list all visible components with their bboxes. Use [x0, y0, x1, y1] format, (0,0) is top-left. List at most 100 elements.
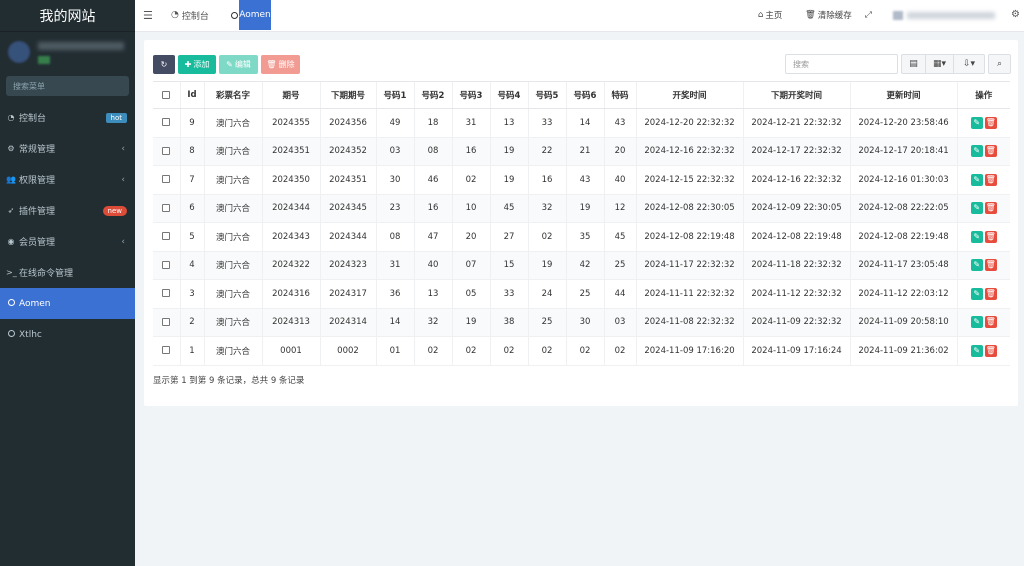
row-edit-button[interactable]: ✎	[970, 173, 983, 186]
row-delete-button[interactable]: 🗑	[984, 202, 997, 215]
row-delete-button[interactable]: 🗑	[984, 116, 997, 129]
sidebar-search-input[interactable]: 搜索菜单	[6, 76, 129, 96]
table-search-input[interactable]: 搜索	[785, 54, 898, 74]
clear-cache-button[interactable]: 🗑 清除缓存	[805, 0, 852, 30]
column-header[interactable]: 号码1	[375, 81, 414, 109]
table-row: 5 澳门六合 2024343 2024344 08 47 20 27 02 35 45 2024-12…	[153, 222, 1010, 252]
row-actions: ✎ 🗑	[956, 194, 1010, 223]
add-button[interactable]: ✚ 添加	[178, 55, 216, 74]
table-cell: 2024343	[261, 222, 320, 252]
column-header[interactable]: 彩票名字	[203, 81, 262, 109]
sidebar-item-5[interactable]: >_ 在线命令管理	[0, 257, 135, 288]
column-header[interactable]: 特码	[603, 81, 636, 109]
table-row: 2 澳门六合 2024313 2024314 14 32 19 38 25 30 03 2024-11…	[153, 308, 1010, 337]
row-edit-button[interactable]: ✎	[970, 344, 983, 357]
table-cell: 02	[451, 165, 490, 195]
delete-button[interactable]: 🗑 删除	[261, 55, 300, 74]
sidebar-item-1[interactable]: ⚙ 常规管理 ‹	[0, 133, 135, 164]
sidebar-item-7[interactable]: Xtlhc	[0, 319, 135, 350]
row-edit-button[interactable]: ✎	[970, 316, 983, 329]
column-header[interactable]: Id	[179, 81, 204, 109]
column-header[interactable]: 号码6	[565, 81, 604, 109]
edit-button[interactable]: ✎ 编辑	[219, 55, 258, 74]
table-cell: 46	[413, 165, 452, 195]
header-username-blurred[interactable]	[907, 12, 995, 19]
columns-dropdown-button[interactable]: ▦▾	[926, 54, 954, 74]
table-row: 9 澳门六合 2024355 2024356 49 18 31 13 33 14 43 2024-12…	[153, 108, 1010, 138]
home-link[interactable]: ⌂ 主页	[758, 0, 782, 30]
row-edit-button[interactable]: ✎	[970, 116, 983, 129]
column-header[interactable]: 号码2	[413, 81, 452, 109]
row-checkbox[interactable]	[162, 260, 171, 269]
table-cell: 27	[489, 222, 528, 252]
row-edit-button[interactable]: ✎	[970, 145, 983, 158]
column-header[interactable]: 号码4	[489, 81, 528, 109]
refresh-button[interactable]: ↻	[153, 55, 175, 74]
row-delete-button[interactable]: 🗑	[984, 344, 997, 357]
row-delete-button[interactable]: 🗑	[984, 230, 997, 243]
row-delete-button[interactable]: 🗑	[984, 259, 997, 272]
row-checkbox[interactable]	[162, 317, 171, 326]
table-cell: 澳门六合	[203, 137, 262, 166]
user-panel	[0, 32, 135, 74]
table-cell: 30	[565, 308, 604, 337]
select-all-checkbox[interactable]	[162, 90, 171, 99]
tab-aomen[interactable]: Aomen	[239, 0, 271, 30]
row-delete-button[interactable]: 🗑	[984, 316, 997, 329]
sidebar-item-2[interactable]: 👥 权限管理 ‹	[0, 164, 135, 195]
search-icon: ⌕	[996, 59, 1003, 69]
table-cell: 3	[179, 279, 204, 309]
row-checkbox[interactable]	[162, 232, 171, 241]
row-delete-button[interactable]: 🗑	[984, 287, 997, 300]
sidebar-item-label: Aomen	[19, 298, 51, 309]
toggle-view-button[interactable]: ▤	[901, 54, 926, 74]
column-header[interactable]: 号码3	[451, 81, 490, 109]
column-header[interactable]: 开奖时间	[635, 81, 743, 109]
row-checkbox[interactable]	[162, 146, 171, 155]
row-actions: ✎ 🗑	[956, 336, 1010, 366]
table-cell: 43	[565, 165, 604, 195]
table-cell: 03	[603, 308, 636, 337]
row-checkbox[interactable]	[162, 346, 171, 355]
pagination-info: 显示第 1 到第 9 条记录，总共 9 条记录	[153, 376, 305, 386]
table-cell: 0002	[319, 336, 376, 366]
tab-dashboard[interactable]: ◔ 控制台	[167, 0, 213, 30]
table-cell: 08	[375, 222, 414, 252]
site-logo[interactable]: 我的网站	[0, 0, 135, 32]
column-header[interactable]: 号码5	[527, 81, 566, 109]
advanced-search-button[interactable]: ⌕	[988, 54, 1011, 74]
row-edit-button[interactable]: ✎	[970, 230, 983, 243]
pencil-icon: ✎	[226, 60, 233, 69]
table-cell: 10	[451, 194, 490, 223]
row-delete-button[interactable]: 🗑	[984, 173, 997, 186]
sidebar-item-6[interactable]: Aomen	[0, 288, 135, 319]
row-delete-button[interactable]: 🗑	[984, 145, 997, 158]
row-checkbox[interactable]	[162, 289, 171, 298]
row-checkbox[interactable]	[162, 203, 171, 212]
table-cell: 2024355	[261, 108, 320, 138]
table-cell: 2024313	[261, 308, 320, 337]
column-header[interactable]: 更新时间	[849, 81, 957, 109]
fullscreen-icon[interactable]: ⤢	[865, 0, 872, 30]
row-edit-button[interactable]: ✎	[970, 259, 983, 272]
row-edit-button[interactable]: ✎	[970, 287, 983, 300]
circle-icon	[231, 11, 238, 19]
column-header[interactable]: 操作	[956, 81, 1010, 109]
row-edit-button[interactable]: ✎	[970, 202, 983, 215]
gear-icon[interactable]: ⚙	[1011, 9, 1020, 20]
column-header[interactable]: 下期期号	[319, 81, 376, 109]
menu-toggle-icon[interactable]: ☰	[143, 9, 153, 22]
export-dropdown-button[interactable]: ⇩▾	[954, 54, 985, 74]
header-avatar-blurred[interactable]	[893, 11, 903, 20]
row-checkbox[interactable]	[162, 175, 171, 184]
sidebar-item-0[interactable]: ◔ 控制台 hot	[0, 102, 135, 133]
sidebar-item-4[interactable]: ◉ 会员管理 ‹	[0, 226, 135, 257]
edit-label: 编辑	[234, 60, 251, 69]
column-header[interactable]: 下期开奖时间	[742, 81, 850, 109]
table-cell: 02	[527, 336, 566, 366]
row-actions: ✎ 🗑	[956, 137, 1010, 166]
select-all-checkbox-cell[interactable]	[153, 81, 180, 109]
row-checkbox[interactable]	[162, 118, 171, 127]
column-header[interactable]: 期号	[261, 81, 320, 109]
sidebar-item-3[interactable]: ➶ 插件管理 new	[0, 195, 135, 226]
